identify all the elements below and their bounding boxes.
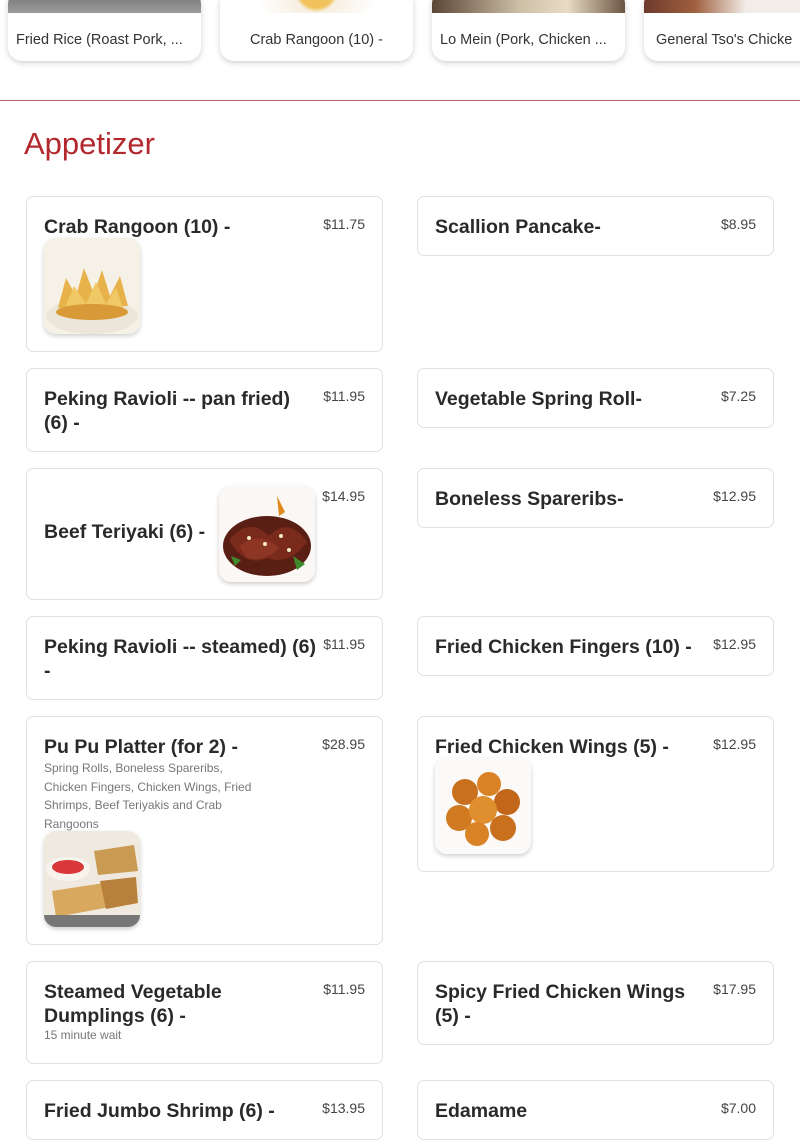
item-name: Peking Ravioli -- pan fried) (6) - (44, 388, 290, 434)
chicken-wings-photo (435, 758, 531, 854)
general-tso-photo (644, 0, 800, 13)
crab-rangoon-photo (44, 238, 140, 334)
menu-item-beef-teriyaki[interactable]: Beef Teriyaki (6) - $14.95 (26, 468, 383, 600)
item-name: Fried Chicken Wings (5) - (435, 736, 669, 758)
lo-mein-photo (432, 0, 625, 13)
pu-pu-platter-photo (44, 831, 140, 927)
item-price: $12.95 (713, 488, 756, 504)
item-name: Crab Rangoon (10) - (44, 216, 231, 238)
carousel-item-fried-rice[interactable]: Fried Rice (Roast Pork, ... (8, 0, 201, 61)
item-price: $7.25 (720, 388, 756, 404)
item-name: Beef Teriyaki (6) - (44, 521, 206, 543)
item-price: $11.95 (323, 981, 365, 997)
item-name: Spicy Fried Chicken Wings (5) - (435, 981, 686, 1027)
item-name: Steamed Vegetable Dumplings (6) - (44, 981, 222, 1027)
menu-item-crab-rangoon[interactable]: Crab Rangoon (10) - $11.75 (26, 196, 383, 352)
item-price: $11.95 (323, 636, 365, 652)
menu-item-boneless-spareribs[interactable]: Boneless Spareribs- $12.95 (417, 468, 774, 528)
item-name: Peking Ravioli -- steamed) (6) - (44, 636, 316, 682)
beef-teriyaki-photo (219, 486, 315, 582)
menu-item-fried-chicken-fingers[interactable]: Fried Chicken Fingers (10) - $12.95 (417, 616, 774, 676)
popular-items-carousel: Fried Rice (Roast Pork, ... Crab Rangoon… (0, 0, 800, 100)
menu-item-fried-jumbo-shrimp[interactable]: Fried Jumbo Shrimp (6) - $13.95 (26, 1080, 383, 1140)
item-price: $14.95 (322, 488, 365, 504)
carousel-item-general-tso[interactable]: General Tso's Chicke (644, 0, 800, 61)
menu-item-steamed-vegetable-dumplings[interactable]: Steamed Vegetable Dumplings (6) - 15 min… (26, 961, 383, 1064)
carousel-item-label: General Tso's Chicke (656, 32, 793, 48)
item-name: Vegetable Spring Roll- (435, 388, 642, 410)
item-description: Spring Rolls, Boneless Spareribs, Chicke… (44, 761, 252, 831)
fried-rice-photo (8, 0, 201, 13)
menu-item-peking-ravioli-pan-fried[interactable]: Peking Ravioli -- pan fried) (6) - $11.9… (26, 368, 383, 452)
item-price: $8.95 (720, 216, 756, 232)
item-name: Scallion Pancake- (435, 216, 601, 238)
menu-item-scallion-pancake[interactable]: Scallion Pancake- $8.95 (417, 196, 774, 256)
carousel-item-label: Crab Rangoon (10) - (250, 32, 383, 48)
carousel-item-label: Fried Rice (Roast Pork, ... (16, 32, 183, 48)
item-name: Fried Jumbo Shrimp (6) - (44, 1100, 275, 1122)
carousel-item-crab-rangoon[interactable]: Crab Rangoon (10) - (220, 0, 413, 61)
menu-item-edamame[interactable]: Edamame $7.00 (417, 1080, 774, 1140)
section-title: Appetizer (24, 126, 155, 161)
item-price: $7.00 (720, 1100, 756, 1116)
item-price: $11.95 (323, 388, 365, 404)
item-name: Pu Pu Platter (for 2) - (44, 736, 238, 758)
item-price: $17.95 (713, 981, 756, 997)
carousel-item-lo-mein[interactable]: Lo Mein (Pork, Chicken ... (432, 0, 625, 61)
item-name: Fried Chicken Fingers (10) - (435, 636, 692, 658)
item-price: $13.95 (322, 1100, 365, 1116)
item-price: $12.95 (713, 636, 756, 652)
menu-item-pu-pu-platter[interactable]: Pu Pu Platter (for 2) - $28.95 Spring Ro… (26, 716, 383, 945)
menu-item-vegetable-spring-roll[interactable]: Vegetable Spring Roll- $7.25 (417, 368, 774, 428)
item-description: 15 minute wait (44, 1028, 122, 1042)
crab-rangoon-photo (220, 0, 413, 13)
section-divider (0, 100, 800, 101)
item-price: $12.95 (713, 736, 756, 752)
item-name: Boneless Spareribs- (435, 488, 624, 510)
menu-item-peking-ravioli-steamed[interactable]: Peking Ravioli -- steamed) (6) - $11.95 (26, 616, 383, 700)
menu-item-spicy-fried-chicken-wings[interactable]: Spicy Fried Chicken Wings (5) - $17.95 (417, 961, 774, 1045)
menu-item-fried-chicken-wings[interactable]: Fried Chicken Wings (5) - $12.95 (417, 716, 774, 872)
item-price: $11.75 (323, 216, 365, 232)
item-name: Edamame (435, 1100, 528, 1122)
item-price: $28.95 (322, 736, 365, 752)
carousel-item-label: Lo Mein (Pork, Chicken ... (440, 32, 607, 48)
